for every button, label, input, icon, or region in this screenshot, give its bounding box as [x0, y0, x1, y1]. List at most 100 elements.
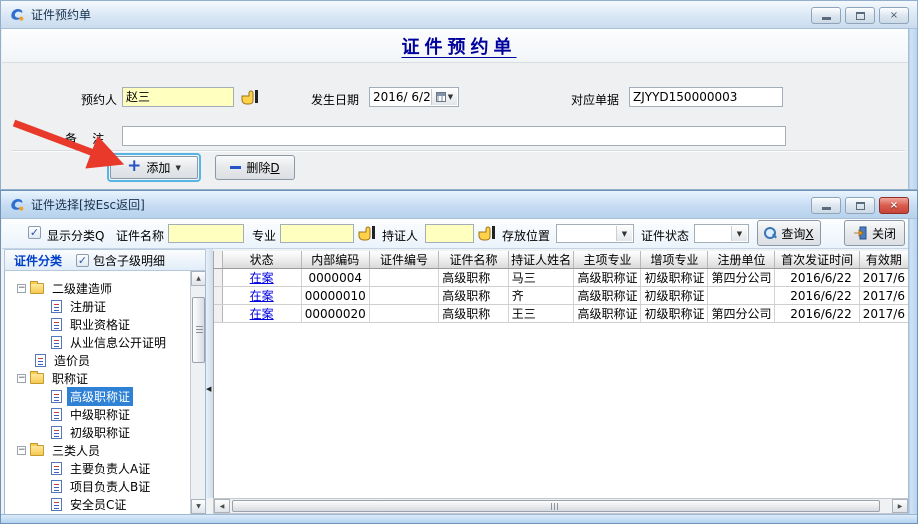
scroll-left-button[interactable]: ◀ — [214, 499, 230, 513]
scroll-up-button[interactable]: ▲ — [191, 271, 206, 286]
include-children-label: 包含子级明细 — [93, 252, 165, 269]
scroll-down-button[interactable]: ▼ — [191, 499, 206, 514]
document-icon — [51, 390, 62, 403]
grid-cell: 第四分公司 — [708, 305, 775, 323]
column-header-增项专业[interactable]: 增项专业 — [641, 251, 708, 269]
tree-scrollbar[interactable]: ▲ ▼ — [190, 271, 205, 514]
picker-hand-icon[interactable] — [478, 224, 498, 242]
include-children-checkbox[interactable]: ✓ — [76, 254, 89, 267]
picker-hand-icon[interactable] — [358, 224, 378, 242]
grid-cell: 2016/6/22 — [775, 269, 859, 287]
picker-hand-icon[interactable] — [241, 88, 261, 106]
tree-item-label: 注册证 — [67, 297, 109, 316]
tree-item-主要负责人A证[interactable]: 主要负责人A证 — [5, 459, 205, 477]
expander-minus-icon[interactable]: − — [17, 374, 26, 383]
column-header-状态[interactable]: 状态 — [222, 251, 301, 269]
column-header-有效期[interactable]: 有效期 — [859, 251, 908, 269]
calendar-icon — [436, 92, 446, 102]
status-link[interactable]: 在案 — [250, 289, 274, 303]
tree-item-职业资格证[interactable]: 职业资格证 — [5, 315, 205, 333]
tree-item-造价员[interactable]: 造价员 — [5, 351, 205, 369]
folder-icon — [30, 283, 44, 294]
minimize-button[interactable] — [811, 197, 841, 214]
location-select[interactable]: ▼ — [556, 224, 634, 243]
chevron-down-icon: ▼ — [448, 93, 453, 101]
tree-item-中级职称证[interactable]: 中级职称证 — [5, 405, 205, 423]
close-window-button[interactable]: 关闭 — [844, 220, 905, 246]
category-tree: −二级建造师注册证职业资格证从业信息公开证明造价员−职称证高级职称证中级职称证初… — [4, 271, 206, 515]
status-link[interactable]: 在案 — [250, 271, 274, 285]
tree-item-项目负责人B证[interactable]: 项目负责人B证 — [5, 477, 205, 495]
grid-horizontal-scrollbar[interactable]: ◀ ▶ — [213, 498, 909, 514]
grid-cell: 00000020 — [301, 305, 369, 323]
major-input[interactable] — [280, 224, 354, 243]
tree-panel-title: 证件分类 — [14, 252, 62, 269]
window-title: 证件选择[按Esc返回] — [31, 196, 145, 213]
maximize-button[interactable] — [845, 7, 875, 24]
tree-item-label: 造价员 — [51, 351, 93, 370]
grid-cell: 初级职称证 — [641, 305, 708, 323]
add-button-label: 添加 — [146, 159, 170, 176]
grid-header-row: 状态内部编码证件编号证件名称持证人姓名主项专业增项专业注册单位首次发证时间有效期 — [214, 251, 909, 269]
table-row[interactable]: 在案00000010高级职称齐高级职称证初级职称证2016/6/222017/6 — [214, 287, 909, 305]
column-header-证件名称[interactable]: 证件名称 — [439, 251, 509, 269]
tree-item-从业信息公开证明[interactable]: 从业信息公开证明 — [5, 333, 205, 351]
window-border — [908, 29, 917, 189]
tree-item-二级建造师[interactable]: −二级建造师 — [5, 279, 205, 297]
date-dropdown-button[interactable]: ▼ — [431, 89, 457, 105]
table-row[interactable]: 在案0000004高级职称马三高级职称证初级职称证第四分公司2016/6/222… — [214, 269, 909, 287]
status-link[interactable]: 在案 — [250, 307, 274, 321]
query-button[interactable]: 查询X — [757, 220, 821, 246]
minimize-button[interactable] — [811, 7, 841, 24]
tree-item-注册证[interactable]: 注册证 — [5, 297, 205, 315]
maximize-icon — [856, 12, 865, 20]
tree-item-label: 高级职称证 — [67, 387, 133, 406]
scrollbar-thumb[interactable] — [192, 297, 205, 363]
close-button[interactable]: × — [879, 7, 909, 24]
table-row[interactable]: 在案00000020高级职称王三高级职称证初级职称证第四分公司2016/6/22… — [214, 305, 909, 323]
document-icon — [51, 336, 62, 349]
date-picker[interactable]: 2016/ 6/25 ▼ — [369, 87, 459, 107]
tree-item-三类人员[interactable]: −三类人员 — [5, 441, 205, 459]
selection-titlebar: 证件选择[按Esc返回] × — [1, 191, 917, 219]
column-header-注册单位[interactable]: 注册单位 — [708, 251, 775, 269]
holder-input[interactable] — [425, 224, 474, 243]
column-header-持证人姓名[interactable]: 持证人姓名 — [508, 251, 574, 269]
document-icon — [51, 300, 62, 313]
column-header-首次发证时间[interactable]: 首次发证时间 — [775, 251, 859, 269]
document-icon — [51, 408, 62, 421]
maximize-button[interactable] — [845, 197, 875, 214]
delete-button[interactable]: 删除D — [215, 155, 295, 180]
column-header-证件编号[interactable]: 证件编号 — [369, 251, 438, 269]
column-header-内部编码[interactable]: 内部编码 — [301, 251, 369, 269]
tree-item-安全员C证[interactable]: 安全员C证 — [5, 495, 205, 513]
panel-splitter[interactable]: ◀ — [206, 249, 213, 498]
grid-cell: 初级职称证 — [641, 269, 708, 287]
grid-cell: 2017/6 — [859, 269, 908, 287]
reservist-input[interactable]: 赵三 — [122, 87, 234, 107]
grid-cell: 00000010 — [301, 287, 369, 305]
cert-name-input[interactable] — [168, 224, 244, 243]
status-select[interactable]: ▼ — [694, 224, 749, 243]
delete-button-label: 删除D — [246, 159, 279, 176]
tree-item-初级职称证[interactable]: 初级职称证 — [5, 423, 205, 441]
doc-number-input[interactable]: ZJYYD150000003 — [629, 87, 783, 107]
collapse-panel-icon[interactable]: ◀ — [206, 385, 211, 393]
scroll-right-button[interactable]: ▶ — [892, 499, 908, 513]
close-button[interactable]: × — [879, 197, 909, 214]
remark-input[interactable] — [122, 126, 786, 146]
minimize-icon — [822, 17, 831, 20]
chevron-down-icon: ▼ — [175, 164, 180, 172]
expander-minus-icon[interactable]: − — [17, 284, 26, 293]
tree-item-高级职称证[interactable]: 高级职称证 — [5, 387, 205, 405]
expander-minus-icon[interactable]: − — [17, 446, 26, 455]
tree-item-label: 项目负责人B证 — [67, 477, 153, 496]
show-category-checkbox[interactable]: ✓ — [28, 226, 41, 239]
add-button[interactable]: + 添加 ▼ — [110, 156, 198, 179]
scrollbar-thumb[interactable] — [232, 500, 880, 512]
tree-item-职称证[interactable]: −职称证 — [5, 369, 205, 387]
grid-cell: 2017/6 — [859, 305, 908, 323]
row-indicator — [214, 269, 222, 287]
column-header-主项专业[interactable]: 主项专业 — [574, 251, 641, 269]
cert-name-label: 证件名称 — [116, 227, 164, 244]
